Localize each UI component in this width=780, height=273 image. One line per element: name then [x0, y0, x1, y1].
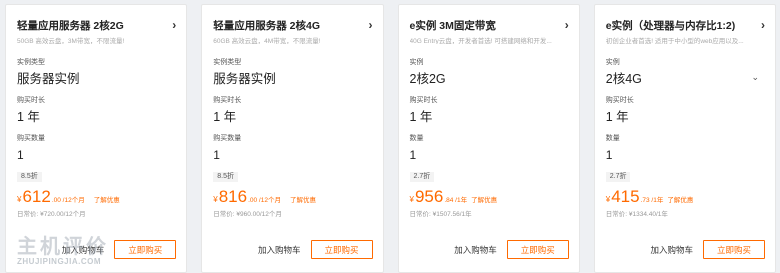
card-header[interactable]: e实例（处理器与内存比1:2) › [606, 18, 765, 32]
discount-badge: 8.5折 [213, 172, 238, 182]
duration-value[interactable]: 1 年 [409, 108, 569, 124]
quantity-text: 1 [17, 147, 24, 162]
price-unit: .84 /1年 [444, 197, 468, 204]
product-card: e实例 3M固定带宽 › 40G Entry云盘，开发者首选! 可搭建网络和开发… [397, 4, 580, 273]
buy-now-button[interactable]: 立即购买 [703, 240, 765, 259]
chevron-right-icon[interactable]: › [172, 19, 176, 31]
promo-link[interactable]: 了解优惠 [290, 194, 316, 204]
card-description: 初创企业者首选! 适用于中小型的web应用以及... [605, 38, 744, 44]
instance-text: 2核2G [409, 72, 446, 86]
card-actions: 加入购物车 立即购买 [399, 240, 569, 259]
instance-label: 实例 [409, 59, 424, 66]
instance-type-value: 服务器实例 [17, 70, 176, 86]
quantity-label: 购买数量 [17, 135, 45, 142]
currency-symbol: ¥ [605, 195, 611, 204]
duration-label: 购买时长 [17, 97, 45, 104]
add-to-cart-button[interactable]: 加入购物车 [454, 244, 497, 256]
duration-text: 1 年 [213, 110, 237, 124]
instance-select[interactable]: 2核4G ⌄ [605, 70, 765, 86]
add-to-cart-button[interactable]: 加入购物车 [62, 244, 105, 256]
instance-type-label: 实例类型 [213, 59, 242, 66]
duration-text: 1 年 [605, 110, 629, 124]
buy-now-button[interactable]: 立即购买 [506, 240, 569, 259]
card-actions: 加入购物车 立即购买 [202, 240, 373, 259]
discount-badge: 2.7折 [409, 172, 435, 182]
card-title: 轻量应用服务器 2核4G [213, 19, 321, 32]
card-title: 轻量应用服务器 2核2G [17, 19, 124, 32]
chevron-right-icon[interactable]: › [369, 19, 373, 31]
instance-value: 2核2G [409, 70, 569, 86]
buy-now-button[interactable]: 立即购买 [114, 240, 177, 259]
price-value: 415 [611, 187, 640, 206]
price-value: 612 [22, 187, 51, 206]
promo-link[interactable]: 了解优惠 [94, 194, 120, 204]
instance-type-text: 服务器实例 [213, 72, 276, 86]
product-card: e实例（处理器与内存比1:2) › 初创企业者首选! 适用于中小型的web应用以… [593, 4, 776, 273]
duration-label: 购买时长 [605, 97, 634, 104]
currency-symbol: ¥ [17, 195, 22, 204]
promo-link[interactable]: 了解优惠 [667, 194, 693, 204]
card-title: e实例 3M固定带宽 [409, 19, 496, 32]
price-row: ¥ 612 .00 /12个月 了解优惠 [17, 188, 176, 205]
product-card: 轻量应用服务器 2核4G › 60GB 高效云盘，4M带宽，不限流量! 实例类型… [201, 4, 384, 273]
original-price: 日常价: ¥1507.56/1年 [409, 211, 472, 218]
price-row: ¥ 415 .73 /1年 了解优惠 [606, 188, 765, 205]
price-unit: .00 /12个月 [51, 197, 85, 204]
original-price: 日常价: ¥720.00/12个月 [17, 211, 86, 218]
quantity-label: 数量 [409, 135, 424, 142]
price-unit: .73 /1年 [640, 197, 664, 204]
card-header[interactable]: 轻量应用服务器 2核2G › [17, 18, 176, 32]
card-header[interactable]: e实例 3M固定带宽 › [410, 18, 569, 32]
currency-symbol: ¥ [213, 195, 218, 204]
card-description: 60GB 高效云盘，4M带宽，不限流量! [213, 38, 321, 44]
buy-now-button[interactable]: 立即购买 [310, 240, 373, 259]
product-card-list: 轻量应用服务器 2核2G › 50GB 高效云盘，3M带宽，不限流量! 实例类型… [0, 0, 780, 273]
add-to-cart-button[interactable]: 加入购物车 [650, 244, 693, 256]
quantity-label: 数量 [605, 135, 620, 142]
currency-symbol: ¥ [409, 195, 414, 204]
duration-text: 1 年 [17, 110, 40, 124]
original-price: 日常价: ¥1334.40/1年 [605, 211, 668, 218]
quantity-value[interactable]: 1 [213, 147, 372, 162]
price-value: 816 [218, 187, 248, 206]
price-value: 956 [414, 187, 444, 206]
discount-badge: 8.5折 [17, 172, 42, 182]
discount-badge: 2.7折 [605, 172, 631, 182]
promo-link[interactable]: 了解优惠 [471, 194, 497, 204]
duration-label: 购买时长 [213, 97, 242, 104]
duration-value[interactable]: 1 年 [605, 108, 765, 124]
card-header[interactable]: 轻量应用服务器 2核4G › [213, 18, 372, 32]
original-price: 日常价: ¥960.00/12个月 [213, 211, 282, 218]
chevron-right-icon[interactable]: › [565, 19, 569, 31]
quantity-value[interactable]: 1 [410, 147, 569, 162]
card-actions: 加入购物车 立即购买 [595, 240, 765, 259]
instance-type-value: 服务器实例 [213, 70, 372, 86]
duration-text: 1 年 [409, 110, 433, 124]
quantity-text: 1 [605, 147, 613, 162]
add-to-cart-button[interactable]: 加入购物车 [258, 244, 301, 256]
duration-label: 购买时长 [409, 97, 438, 104]
quantity-label: 购买数量 [213, 135, 242, 142]
card-description: 50GB 高效云盘，3M带宽，不限流量! [17, 38, 125, 44]
quantity-value[interactable]: 1 [17, 147, 176, 162]
card-actions: 加入购物车 立即购买 [6, 240, 177, 259]
quantity-text: 1 [409, 147, 417, 162]
instance-type-label: 实例类型 [17, 59, 45, 66]
price-unit: .00 /12个月 [248, 197, 281, 204]
quantity-value[interactable]: 1 [606, 147, 765, 162]
instance-select-text: 2核4G [605, 72, 642, 86]
chevron-down-icon[interactable]: ⌄ [751, 72, 759, 83]
card-title: e实例（处理器与内存比1:2) [605, 19, 736, 32]
instance-label: 实例 [605, 59, 620, 66]
instance-type-text: 服务器实例 [17, 72, 80, 86]
chevron-right-icon[interactable]: › [761, 19, 765, 31]
price-row: ¥ 956 .84 /1年 了解优惠 [410, 188, 569, 205]
product-card: 轻量应用服务器 2核2G › 50GB 高效云盘，3M带宽，不限流量! 实例类型… [5, 4, 188, 273]
duration-value[interactable]: 1 年 [213, 108, 372, 124]
quantity-text: 1 [213, 147, 220, 162]
price-row: ¥ 816 .00 /12个月 了解优惠 [213, 188, 372, 205]
duration-value[interactable]: 1 年 [17, 108, 176, 124]
card-description: 40G Entry云盘，开发者首选! 可搭建网络和开发... [409, 38, 552, 44]
